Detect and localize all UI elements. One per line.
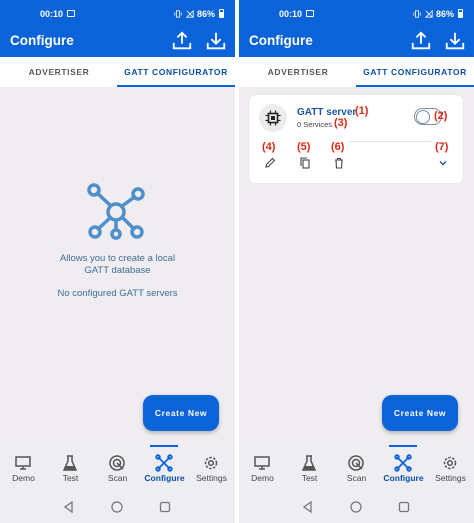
radar-icon bbox=[109, 455, 125, 471]
nav-label-configure: Configure bbox=[383, 473, 424, 483]
page-title: Configure bbox=[249, 33, 313, 48]
monitor-icon bbox=[254, 456, 270, 470]
download-icon[interactable] bbox=[444, 30, 466, 52]
flask-icon bbox=[62, 455, 78, 471]
tab-gatt-configurator[interactable]: GATT CONFIGURATOR bbox=[117, 57, 235, 87]
vibrate-icon bbox=[413, 10, 421, 18]
download-icon[interactable] bbox=[205, 30, 227, 52]
configure-icon bbox=[394, 454, 412, 472]
nav-label-settings: Settings bbox=[435, 473, 466, 483]
chip-icon bbox=[265, 110, 281, 126]
tab-gatt-configurator[interactable]: GATT CONFIGURATOR bbox=[356, 57, 474, 87]
nav-item-scan[interactable]: Scan bbox=[333, 445, 380, 492]
nav-item-scan[interactable]: Scan bbox=[94, 445, 141, 492]
gear-icon bbox=[204, 456, 218, 470]
delete-icon[interactable] bbox=[333, 157, 345, 169]
phone-screen-empty: 00:10 86% Configure ADVERTISER GATT CONF… bbox=[0, 0, 235, 523]
system-navigation-bar bbox=[0, 492, 235, 523]
empty-description-line1: Allows you to create a local bbox=[59, 253, 176, 264]
nav-label-scan: Scan bbox=[346, 473, 367, 483]
battery-percent: 86% bbox=[197, 9, 216, 19]
status-time: 00:10 bbox=[279, 9, 303, 19]
configure-icon bbox=[155, 454, 173, 472]
nav-item-test[interactable]: Test bbox=[286, 445, 333, 492]
battery-icon bbox=[219, 9, 224, 18]
tab-bar: ADVERTISER GATT CONFIGURATOR bbox=[0, 57, 235, 87]
services-count: 0 Services bbox=[297, 120, 333, 129]
radar-icon bbox=[348, 455, 364, 471]
annotation-services: (3) bbox=[334, 117, 348, 129]
status-bar: 00:10 86% bbox=[239, 0, 474, 28]
gear-icon bbox=[443, 456, 457, 470]
nav-label-demo: Demo bbox=[251, 473, 274, 483]
gatt-server-card[interactable]: GATT server (1) 0 Services (3) (2) (4) (… bbox=[249, 95, 463, 183]
upload-icon[interactable] bbox=[171, 30, 193, 52]
flask-icon bbox=[301, 455, 317, 471]
empty-description-line2: GATT database bbox=[84, 265, 151, 276]
back-icon[interactable] bbox=[62, 500, 76, 514]
nav-item-test[interactable]: Test bbox=[47, 445, 94, 492]
back-icon[interactable] bbox=[301, 500, 315, 514]
home-icon[interactable] bbox=[110, 500, 124, 514]
image-notification-icon bbox=[67, 10, 75, 17]
status-bar: 00:10 86% bbox=[0, 0, 235, 28]
tab-advertiser[interactable]: ADVERTISER bbox=[0, 57, 118, 87]
app-bar: Configure bbox=[0, 28, 235, 57]
nav-label-test: Test bbox=[301, 473, 318, 483]
tab-bar: ADVERTISER GATT CONFIGURATOR bbox=[239, 57, 474, 87]
no-servers-message: No configured GATT servers bbox=[57, 288, 178, 299]
signal-off-icon bbox=[425, 10, 433, 18]
image-notification-icon bbox=[306, 10, 314, 17]
annotation-name: (1) bbox=[355, 105, 369, 117]
system-navigation-bar bbox=[239, 492, 474, 523]
status-time: 00:10 bbox=[40, 9, 64, 19]
annotation-toggle: (2) bbox=[434, 110, 448, 122]
create-new-button[interactable]: Create New bbox=[143, 395, 219, 431]
nav-item-settings[interactable]: Settings bbox=[188, 445, 235, 492]
nav-item-settings[interactable]: Settings bbox=[427, 445, 474, 492]
home-icon[interactable] bbox=[349, 500, 363, 514]
phone-screen-configured: 00:10 86% Configure ADVERTISER GATT CONF… bbox=[239, 0, 474, 523]
annotation-copy: (5) bbox=[297, 141, 311, 153]
recents-icon[interactable] bbox=[158, 500, 172, 514]
recents-icon[interactable] bbox=[397, 500, 411, 514]
nav-label-test: Test bbox=[62, 473, 79, 483]
upload-icon[interactable] bbox=[410, 30, 432, 52]
monitor-icon bbox=[15, 456, 31, 470]
annotation-edit: (4) bbox=[262, 141, 276, 153]
nav-label-demo: Demo bbox=[12, 473, 35, 483]
copy-icon[interactable] bbox=[299, 157, 311, 169]
page-title: Configure bbox=[10, 33, 74, 48]
annotation-delete: (6) bbox=[331, 141, 345, 153]
server-list-content: GATT server (1) 0 Services (3) (2) (4) (… bbox=[239, 87, 474, 445]
edit-icon[interactable] bbox=[264, 157, 276, 169]
nav-label-settings: Settings bbox=[196, 473, 227, 483]
nav-item-demo[interactable]: Demo bbox=[0, 445, 47, 492]
nav-item-configure[interactable]: Configure bbox=[380, 445, 427, 492]
app-bar: Configure bbox=[239, 28, 474, 57]
card-divider bbox=[349, 141, 431, 142]
empty-state-content: Allows you to create a local GATT databa… bbox=[0, 87, 235, 445]
nav-item-configure[interactable]: Configure bbox=[141, 445, 188, 492]
bottom-navigation: Demo Test Scan Configure Settings bbox=[0, 445, 235, 492]
annotation-expand: (7) bbox=[435, 141, 449, 153]
battery-icon bbox=[458, 9, 463, 18]
chevron-down-icon[interactable] bbox=[437, 157, 449, 169]
chip-icon-container bbox=[259, 104, 287, 132]
battery-percent: 86% bbox=[436, 9, 455, 19]
create-new-button[interactable]: Create New bbox=[382, 395, 458, 431]
bottom-navigation: Demo Test Scan Configure Settings bbox=[239, 445, 474, 492]
vibrate-icon bbox=[174, 10, 182, 18]
network-nodes-icon bbox=[87, 183, 145, 240]
nav-item-demo[interactable]: Demo bbox=[239, 445, 286, 492]
signal-off-icon bbox=[186, 10, 194, 18]
tab-advertiser[interactable]: ADVERTISER bbox=[239, 57, 357, 87]
nav-label-scan: Scan bbox=[107, 473, 128, 483]
nav-label-configure: Configure bbox=[144, 473, 185, 483]
